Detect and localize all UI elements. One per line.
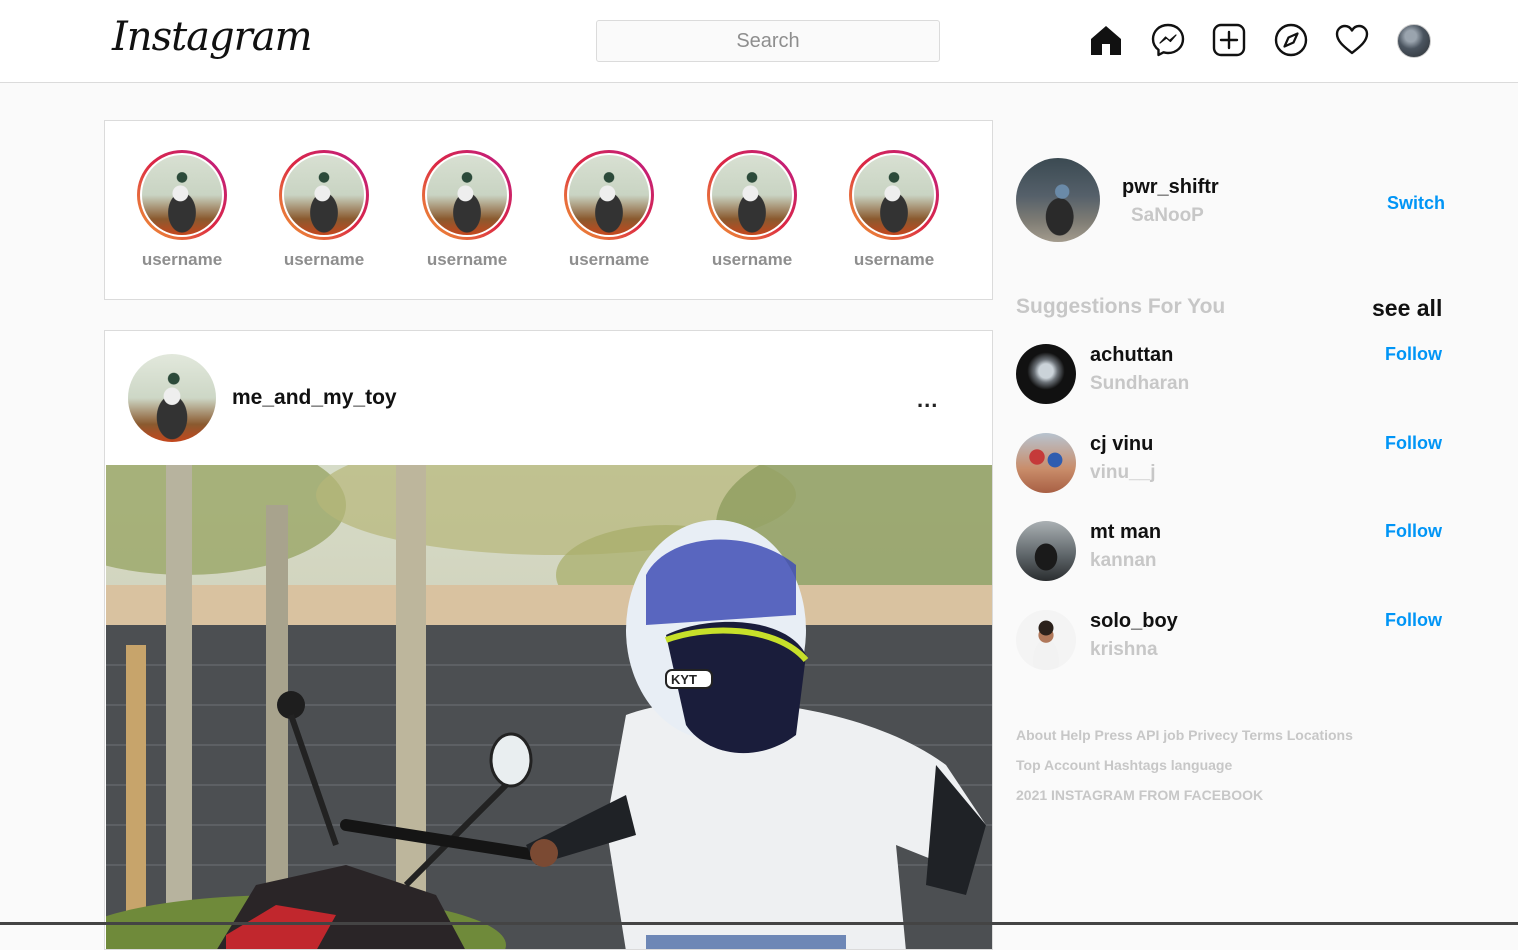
post-author-avatar[interactable] bbox=[128, 354, 216, 442]
top-navigation-bar: Instagram bbox=[0, 0, 1518, 83]
suggestion-username[interactable]: solo_boy bbox=[1090, 610, 1178, 633]
current-user-username[interactable]: pwr_shiftr bbox=[1122, 176, 1219, 199]
story-ring bbox=[707, 150, 797, 240]
story-ring bbox=[422, 150, 512, 240]
story-item[interactable]: username bbox=[279, 150, 369, 270]
suggestion-username[interactable]: mt man bbox=[1090, 521, 1161, 544]
explore-icon[interactable] bbox=[1273, 22, 1309, 58]
story-item[interactable]: username bbox=[707, 150, 797, 270]
story-item-partial[interactable] bbox=[992, 179, 993, 209]
story-item[interactable]: username bbox=[422, 150, 512, 270]
suggestion-fullname: vinu__j bbox=[1090, 462, 1156, 483]
story-username: username bbox=[711, 250, 793, 269]
instagram-logo[interactable]: Instagram bbox=[112, 14, 313, 60]
suggestion-fullname: Sundharan bbox=[1090, 373, 1190, 394]
suggestion-item: mt man kannan Follow bbox=[1016, 521, 1446, 585]
story-ring bbox=[849, 150, 939, 240]
suggestions-title: Suggestions For You bbox=[1016, 295, 1226, 318]
follow-button[interactable]: Follow bbox=[1385, 521, 1442, 542]
current-user-avatar[interactable] bbox=[1016, 158, 1100, 242]
story-item[interactable]: username bbox=[137, 150, 227, 270]
feed-post: me_and_my_toy ... KYT bbox=[104, 330, 993, 950]
suggestion-avatar[interactable] bbox=[1016, 610, 1076, 670]
post-image[interactable]: KYT bbox=[106, 465, 992, 949]
story-avatar bbox=[427, 155, 507, 235]
story-username: username bbox=[853, 250, 935, 269]
story-username: username bbox=[568, 250, 650, 269]
suggestion-avatar[interactable] bbox=[1016, 344, 1076, 404]
stories-tray: username username username username user… bbox=[104, 120, 993, 300]
follow-button[interactable]: Follow bbox=[1385, 344, 1442, 365]
search-input[interactable] bbox=[596, 20, 940, 62]
footer-links-secondary[interactable]: Top Account Hashtags language bbox=[1016, 757, 1232, 773]
switch-account-button[interactable]: Switch bbox=[1387, 193, 1445, 214]
story-avatar bbox=[712, 155, 792, 235]
story-avatar bbox=[854, 155, 934, 235]
new-post-icon[interactable] bbox=[1211, 22, 1247, 58]
story-ring bbox=[564, 150, 654, 240]
story-username: username bbox=[283, 250, 365, 269]
suggestion-avatar[interactable] bbox=[1016, 521, 1076, 581]
svg-text:KYT: KYT bbox=[671, 672, 697, 687]
see-all-link[interactable]: see all bbox=[1372, 295, 1442, 322]
suggestion-fullname: kannan bbox=[1090, 550, 1157, 571]
activity-heart-icon[interactable] bbox=[1334, 22, 1370, 58]
messenger-icon[interactable] bbox=[1150, 22, 1186, 58]
suggestion-item: solo_boy krishna Follow bbox=[1016, 610, 1446, 674]
current-user-fullname: SaNooP bbox=[1131, 205, 1204, 226]
suggestion-username[interactable]: cj vinu bbox=[1090, 433, 1153, 456]
post-author-username[interactable]: me_and_my_toy bbox=[232, 386, 397, 410]
follow-button[interactable]: Follow bbox=[1385, 610, 1442, 631]
story-ring bbox=[279, 150, 369, 240]
more-options-icon[interactable]: ... bbox=[917, 387, 938, 413]
suggestion-avatar[interactable] bbox=[1016, 433, 1076, 493]
story-item[interactable]: username bbox=[849, 150, 939, 270]
footer-links[interactable]: About Help Press API job Privecy Terms L… bbox=[1016, 727, 1353, 743]
profile-avatar[interactable] bbox=[1397, 24, 1431, 58]
follow-button[interactable]: Follow bbox=[1385, 433, 1442, 454]
story-avatar bbox=[142, 155, 222, 235]
suggestion-username[interactable]: achuttan bbox=[1090, 344, 1173, 367]
suggestion-item: achuttan Sundharan Follow bbox=[1016, 344, 1446, 408]
story-item[interactable]: username bbox=[564, 150, 654, 270]
story-ring bbox=[137, 150, 227, 240]
suggestion-fullname: krishna bbox=[1090, 639, 1158, 660]
story-username: username bbox=[426, 250, 508, 269]
story-avatar bbox=[569, 155, 649, 235]
story-username: username bbox=[141, 250, 223, 269]
copyright-text: 2021 INSTAGRAM FROM FACEBOOK bbox=[1016, 787, 1264, 803]
suggestion-item: cj vinu vinu__j Follow bbox=[1016, 433, 1446, 497]
home-icon[interactable] bbox=[1088, 22, 1124, 58]
story-avatar bbox=[284, 155, 364, 235]
